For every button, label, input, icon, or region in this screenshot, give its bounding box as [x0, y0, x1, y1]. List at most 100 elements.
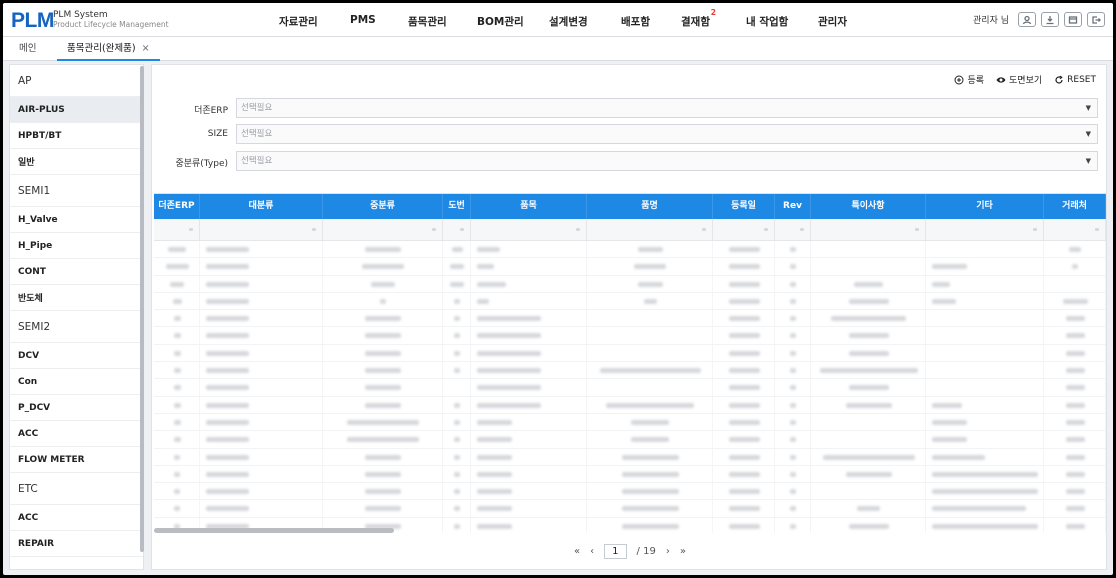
grid-column-header[interactable]: 등록일 — [713, 194, 775, 219]
obscured-text — [365, 454, 401, 460]
sidebar-item-flow-meter[interactable]: FLOW METER — [10, 447, 143, 473]
grid-column-header[interactable]: 대분류 — [200, 194, 323, 219]
sidebar-category-ap[interactable]: AP — [10, 65, 143, 97]
grid-column-filter[interactable] — [154, 219, 200, 241]
register-button[interactable]: 등록 — [954, 73, 984, 86]
current-page-input[interactable]: 1 — [604, 543, 627, 559]
table-cell — [154, 310, 200, 328]
table-cell — [587, 413, 713, 431]
sidebar-scrollbar[interactable] — [140, 66, 144, 552]
obscured-text — [729, 247, 760, 252]
drawing-view-button[interactable]: 도면보기 — [996, 73, 1042, 86]
grid-column-header[interactable]: 더존ERP — [154, 194, 200, 219]
nav-item-design-change[interactable]: 설계변경 — [549, 14, 588, 29]
close-icon[interactable]: × — [142, 43, 150, 54]
nav-item-item-management[interactable]: 품목관리 — [408, 14, 447, 29]
sidebar-item-acc[interactable]: ACC — [10, 421, 143, 447]
grid-column-header[interactable]: 거래처 — [1044, 194, 1106, 219]
grid-column-header[interactable]: 품목 — [471, 194, 587, 219]
table-row[interactable] — [154, 413, 1106, 432]
filter-select-erp[interactable]: 선택필요 ▼ — [236, 98, 1098, 118]
tab-item-management[interactable]: 품목관리(완제품) × — [57, 37, 160, 61]
table-row[interactable] — [154, 241, 1106, 259]
logout-button[interactable] — [1087, 12, 1105, 27]
sidebar-item-repair[interactable]: REPAIR — [10, 531, 143, 557]
nav-item-distribution[interactable]: 배포함 — [621, 14, 650, 29]
table-row[interactable] — [154, 362, 1106, 380]
sidebar-item-item-8[interactable]: 반도체 — [10, 285, 143, 311]
table-cell — [154, 483, 200, 501]
reset-button[interactable]: RESET — [1054, 73, 1096, 86]
grid-column-header[interactable]: 중분류 — [323, 194, 443, 219]
table-row[interactable] — [154, 431, 1106, 449]
obscured-text — [729, 368, 760, 374]
grid-column-header[interactable]: 특이사항 — [811, 194, 926, 219]
sidebar-category-etc[interactable]: ETC — [10, 473, 143, 505]
grid-column-filter[interactable] — [200, 219, 323, 241]
last-page-button[interactable]: » — [680, 546, 686, 557]
table-row[interactable] — [154, 292, 1106, 311]
sidebar-item-hpbt-bt[interactable]: HPBT/BT — [10, 123, 143, 149]
table-cell — [587, 362, 713, 380]
app-logo[interactable]: PLM — [11, 9, 54, 33]
nav-item-admin[interactable]: 관리자 — [818, 14, 847, 29]
nav-item-bom-management[interactable]: BOM관리 — [477, 14, 524, 29]
window-button[interactable] — [1064, 12, 1082, 27]
grid-column-filter[interactable] — [443, 219, 471, 241]
nav-item-pms[interactable]: PMS — [350, 14, 376, 26]
grid-column-filter[interactable] — [471, 219, 587, 241]
nav-item-data-management[interactable]: 자료관리 — [279, 14, 318, 29]
grid-column-filter[interactable] — [775, 219, 811, 241]
sidebar-item-con[interactable]: Con — [10, 369, 143, 395]
obscured-text — [729, 402, 760, 408]
first-page-button[interactable]: « — [574, 546, 580, 557]
grid-column-filter[interactable] — [926, 219, 1044, 241]
sidebar-item-air-plus[interactable]: AIR-PLUS — [10, 97, 143, 123]
table-row[interactable] — [154, 275, 1106, 293]
nav-item-approval[interactable]: 결재함 2 — [681, 8, 716, 29]
sidebar-item-dcv[interactable]: DCV — [10, 343, 143, 369]
sidebar-item-p-dcv[interactable]: P_DCV — [10, 395, 143, 421]
obscured-text — [365, 402, 401, 408]
table-cell — [200, 483, 323, 501]
grid-column-filter[interactable] — [713, 219, 775, 241]
grid-column-header[interactable]: Rev — [775, 194, 811, 219]
sidebar-category-semi1[interactable]: SEMI1 — [10, 175, 143, 207]
table-row[interactable] — [154, 448, 1106, 466]
next-page-button[interactable]: › — [666, 546, 670, 557]
grid-column-filter[interactable] — [1044, 219, 1106, 241]
table-row[interactable] — [154, 465, 1106, 484]
table-row[interactable] — [154, 500, 1106, 518]
table-row[interactable] — [154, 396, 1106, 414]
grid-column-filter[interactable] — [323, 219, 443, 241]
grid-horizontal-scrollbar[interactable] — [154, 528, 394, 533]
nav-item-my-tasks[interactable]: 내 작업함 — [746, 14, 788, 29]
sidebar-item-h-pipe[interactable]: H_Pipe — [10, 233, 143, 259]
total-pages: / 19 — [636, 545, 656, 557]
tab-main[interactable]: 메인 — [9, 37, 46, 61]
filter-label-erp: 더존ERP — [194, 106, 228, 116]
sidebar-item-item-3[interactable]: 일반 — [10, 149, 143, 175]
table-row[interactable] — [154, 344, 1106, 363]
sidebar-item-acc[interactable]: ACC — [10, 505, 143, 531]
table-row[interactable] — [154, 327, 1106, 345]
grid-column-header[interactable]: 기타 — [926, 194, 1044, 219]
grid-column-filter[interactable] — [811, 219, 926, 241]
grid-column-header[interactable]: 품명 — [587, 194, 713, 219]
download-button[interactable] — [1041, 12, 1059, 27]
filter-select-size[interactable]: 선택필요 ▼ — [236, 124, 1098, 144]
table-cell — [154, 275, 200, 293]
sidebar-item-h-valve[interactable]: H_Valve — [10, 207, 143, 233]
table-row[interactable] — [154, 483, 1106, 501]
filter-select-type[interactable]: 선택필요 ▼ — [236, 151, 1098, 171]
table-row[interactable] — [154, 379, 1106, 397]
sidebar-category-semi2[interactable]: SEMI2 — [10, 311, 143, 343]
grid-column-filter[interactable] — [587, 219, 713, 241]
table-cell — [713, 310, 775, 328]
user-profile-button[interactable] — [1018, 12, 1036, 27]
table-row[interactable] — [154, 310, 1106, 328]
grid-column-header[interactable]: 도번 — [443, 194, 471, 219]
table-row[interactable] — [154, 258, 1106, 276]
prev-page-button[interactable]: ‹ — [590, 546, 594, 557]
sidebar-item-cont[interactable]: CONT — [10, 259, 143, 285]
